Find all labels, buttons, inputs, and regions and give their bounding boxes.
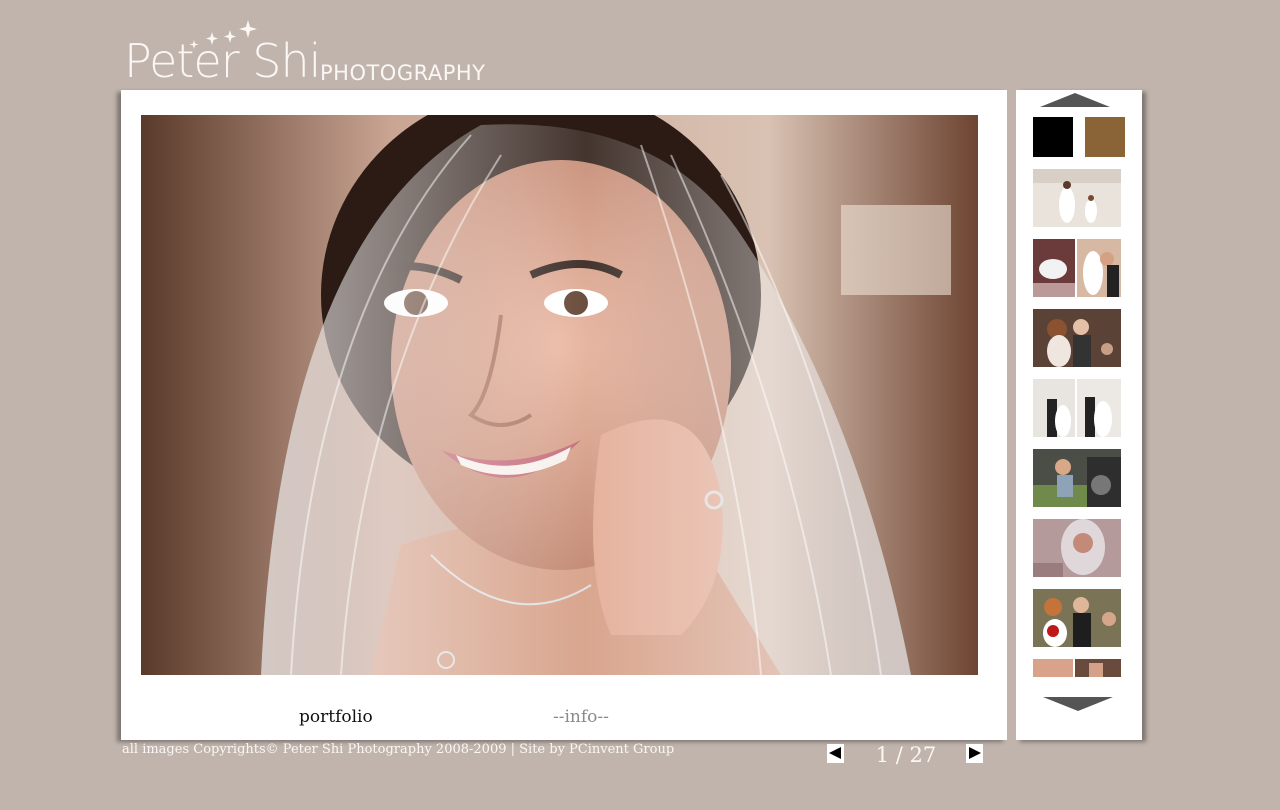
thumbnail[interactable] <box>1033 169 1121 227</box>
thumbnail[interactable] <box>1033 239 1121 297</box>
copyright-text: all images Copyrights© Peter Shi Photogr… <box>122 742 675 757</box>
scroll-down-arrow-icon[interactable] <box>1043 697 1113 711</box>
site-logo[interactable]: Peter Shi PHOTOGRAPHY <box>122 18 522 88</box>
brand-subtitle: PHOTOGRAPHY <box>320 61 486 85</box>
thumbnail[interactable] <box>1033 589 1121 647</box>
bride-photo-image <box>141 115 978 675</box>
thumbnail[interactable] <box>1033 519 1121 577</box>
pager-count: 1 / 27 <box>875 743 937 767</box>
brand-name: Peter Shi <box>124 34 321 88</box>
nav-portfolio-link[interactable]: portfolio <box>299 707 373 727</box>
color-swatch-black[interactable] <box>1033 117 1073 157</box>
next-arrow-icon[interactable] <box>966 744 983 763</box>
color-swatch-brown[interactable] <box>1085 117 1125 157</box>
nav-info-link[interactable]: --info-- <box>553 707 609 727</box>
thumbnail[interactable] <box>1033 659 1121 677</box>
thumbnail-panel <box>1016 90 1142 740</box>
thumbnail[interactable] <box>1033 379 1121 437</box>
scroll-up-arrow-icon[interactable] <box>1040 93 1110 107</box>
main-panel: portfolio --info-- <box>121 90 1007 740</box>
main-photo[interactable] <box>141 115 978 675</box>
thumbnail[interactable] <box>1033 309 1121 367</box>
previous-arrow-icon[interactable] <box>827 744 844 763</box>
thumbnail[interactable] <box>1033 449 1121 507</box>
